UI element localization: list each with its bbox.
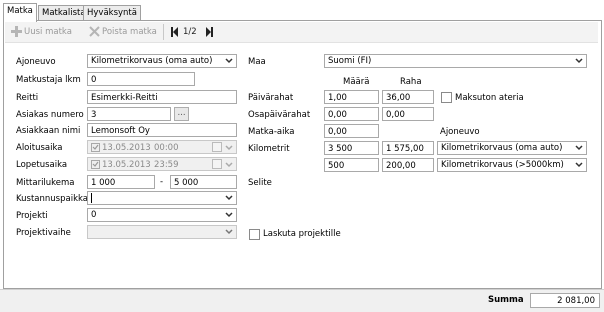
projekti-select[interactable]: 0 bbox=[87, 208, 237, 222]
tab-label: Hyväksyntä bbox=[87, 8, 137, 18]
selite-label: Selite bbox=[248, 178, 272, 188]
asiakkaan-nimi-field[interactable]: Lemonsoft Oy bbox=[87, 123, 237, 137]
chevron-down-icon bbox=[575, 162, 583, 168]
toolbar-divider bbox=[163, 24, 164, 40]
ajoneuvo-column-header: Ajoneuvo bbox=[440, 127, 480, 137]
matka-aika-label: Matka-aika bbox=[248, 127, 295, 137]
laskuta-projektille-checkbox[interactable] bbox=[249, 229, 260, 240]
next-page-icon[interactable] bbox=[205, 27, 213, 40]
aloitus-date: 13.05.2013 bbox=[102, 143, 151, 153]
new-trip-button[interactable]: Uusi matka bbox=[24, 27, 72, 37]
paivarahat-label: Päivärahat bbox=[248, 93, 294, 103]
toolbar: Uusi matka Poista matka 1/2 bbox=[5, 22, 598, 43]
km-row2-vehicle-select[interactable]: Kilometrikorvaus (>5000km) bbox=[437, 158, 587, 172]
lopetusaika-label: Lopetusaika bbox=[16, 160, 68, 170]
summa-field: 2 081,00 bbox=[530, 293, 600, 308]
mittari-separator: - bbox=[160, 177, 164, 187]
maa-value: Suomi (FI) bbox=[328, 56, 372, 66]
laskuta-projektille-label: Laskuta projektille bbox=[263, 229, 341, 239]
lopetus-date: 13.05.2013 bbox=[102, 160, 151, 170]
chevron-down-icon bbox=[225, 212, 233, 218]
chevron-down-icon bbox=[225, 195, 233, 201]
km-row2-vehicle-value: Kilometrikorvaus (>5000km) bbox=[441, 160, 564, 170]
mittari-end-field[interactable]: 5 000 bbox=[170, 175, 237, 189]
km-row1-vehicle-select[interactable]: Kilometrikorvaus (oma auto) bbox=[437, 141, 587, 155]
text-cursor bbox=[91, 193, 92, 203]
tab-matkalista[interactable]: Matkalista bbox=[38, 5, 90, 21]
asiakas-field[interactable]: 3 bbox=[87, 107, 171, 121]
delete-icon bbox=[89, 26, 100, 40]
maara-column-header: Määrä bbox=[343, 77, 370, 87]
projektivaihe-label: Projektivaihe bbox=[16, 228, 71, 238]
ajoneuvo-label: Ajoneuvo bbox=[16, 57, 56, 67]
maksuton-ateria-label: Maksuton ateria bbox=[455, 93, 524, 103]
km-row1-maara-field[interactable]: 3 500 bbox=[324, 141, 379, 155]
pager-label: 1/2 bbox=[183, 27, 197, 37]
kilometrit-label: Kilometrit bbox=[248, 144, 290, 154]
km-row2-maara-field[interactable]: 500 bbox=[324, 158, 379, 172]
projekti-label: Projekti bbox=[16, 211, 48, 221]
asiakas-lookup-button[interactable]: ... bbox=[174, 107, 189, 121]
chevron-down-icon bbox=[225, 162, 233, 168]
footer-bar: Summa 2 081,00 bbox=[0, 289, 604, 312]
delete-trip-button[interactable]: Poista matka bbox=[102, 27, 157, 37]
kustannus-select[interactable] bbox=[87, 191, 237, 205]
osapaiva-maara-field[interactable]: 0,00 bbox=[324, 107, 379, 121]
summa-label: Summa bbox=[488, 295, 524, 305]
chevron-down-icon bbox=[225, 58, 233, 64]
maa-select[interactable]: Suomi (FI) bbox=[324, 54, 587, 68]
aloitus-time: 00:00 bbox=[154, 143, 179, 153]
paivarahat-raha-field[interactable]: 36,00 bbox=[382, 90, 434, 104]
maksuton-ateria-checkbox[interactable] bbox=[441, 92, 452, 103]
km-row1-vehicle-value: Kilometrikorvaus (oma auto) bbox=[441, 143, 563, 153]
km-row2-raha-field[interactable]: 200,00 bbox=[382, 158, 434, 172]
ajoneuvo-value: Kilometrikorvaus (oma auto) bbox=[91, 56, 213, 66]
plus-icon bbox=[11, 26, 22, 40]
aloitusaika-label: Aloitusaika bbox=[16, 143, 63, 153]
calendar-icon[interactable] bbox=[212, 159, 222, 169]
asiakkaan-nimi-label: Asiakkaan nimi bbox=[16, 126, 81, 136]
km-row1-raha-field[interactable]: 1 575,00 bbox=[382, 141, 434, 155]
asiakas-label: Asiakas numero bbox=[16, 110, 84, 120]
tab-matka[interactable]: Matka bbox=[3, 3, 37, 22]
chevron-down-icon bbox=[575, 145, 583, 151]
lopetus-time: 23:59 bbox=[154, 160, 179, 170]
maa-label: Maa bbox=[248, 57, 266, 67]
chevron-down-icon bbox=[225, 229, 233, 235]
projekti-value: 0 bbox=[91, 210, 97, 220]
raha-column-header: Raha bbox=[400, 77, 422, 87]
osapaiva-raha-field[interactable]: 0,00 bbox=[382, 107, 434, 121]
matka-aika-field[interactable]: 0,00 bbox=[324, 124, 379, 138]
chevron-down-icon bbox=[225, 145, 233, 151]
reitti-label: Reitti bbox=[16, 93, 39, 103]
osapaiva-label: Osapäivärahat bbox=[248, 110, 311, 120]
kustannus-label: Kustannuspaikka bbox=[16, 194, 88, 204]
lopetusaika-picker[interactable]: 13.05.2013 23:59 bbox=[87, 157, 237, 171]
mittari-start-field[interactable]: 1 000 bbox=[87, 175, 155, 189]
lopetus-checkbox[interactable] bbox=[91, 160, 100, 169]
tab-hyvaksynta[interactable]: Hyväksyntä bbox=[83, 5, 141, 21]
matkustajia-label: Matkustaja lkm bbox=[16, 75, 81, 85]
calendar-icon[interactable] bbox=[212, 142, 222, 152]
chevron-down-icon bbox=[575, 58, 583, 64]
aloitus-checkbox[interactable] bbox=[91, 143, 100, 152]
tab-label: Matka bbox=[7, 6, 33, 16]
reitti-field[interactable]: Esimerkki-Reitti bbox=[87, 90, 237, 104]
prev-page-icon[interactable] bbox=[171, 27, 179, 40]
aloitusaika-picker[interactable]: 13.05.2013 00:00 bbox=[87, 140, 237, 154]
ajoneuvo-select[interactable]: Kilometrikorvaus (oma auto) bbox=[87, 54, 237, 68]
mittari-label: Mittarilukema bbox=[16, 178, 75, 188]
projektivaihe-select[interactable] bbox=[87, 225, 237, 239]
tab-label: Matkalista bbox=[42, 8, 86, 18]
matkustajia-field[interactable]: 0 bbox=[87, 72, 195, 86]
paivarahat-maara-field[interactable]: 1,00 bbox=[324, 90, 379, 104]
